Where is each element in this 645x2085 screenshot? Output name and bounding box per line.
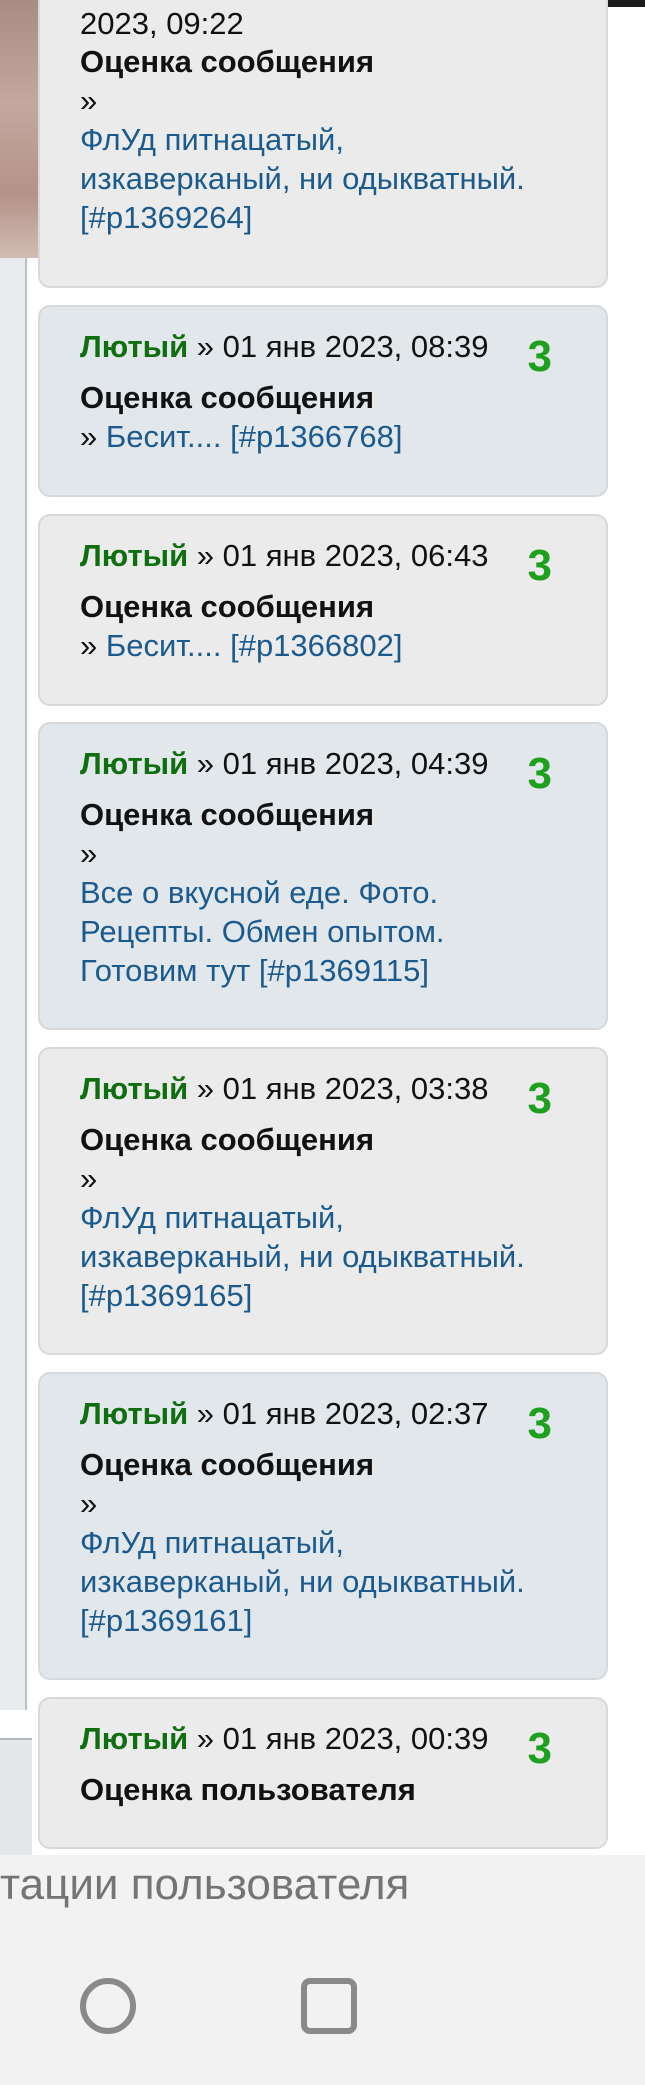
raquo-separator: » — [80, 836, 98, 871]
notification-card[interactable]: Лютый » 01 янв 2023, 00:39 3 Оценка поль… — [38, 1697, 608, 1849]
post-link-line[interactable]: изкаверканый, ни одыкватный. — [80, 159, 525, 198]
side-panel — [0, 258, 27, 1710]
notification-date: » 01 янв 2023, 06:43 — [188, 538, 489, 573]
author-link[interactable]: Лютый — [80, 1396, 188, 1431]
notification-header: Лютый » 01 янв 2023, 04:39 — [80, 744, 488, 783]
notification-title: Оценка пользователя — [80, 1772, 416, 1807]
recents-square-icon[interactable] — [301, 1978, 357, 2034]
bottom-tab-label[interactable]: тации пользователя — [0, 1860, 409, 1910]
notification-date: » 01 янв 2023, 08:39 — [188, 329, 489, 364]
notification-date: 2023, 09:22 — [80, 6, 244, 41]
avatar-image — [0, 0, 40, 258]
notification-header: Лютый » 01 янв 2023, 00:39 — [80, 1719, 488, 1758]
notification-card[interactable]: 2023, 09:22 Оценка сообщения » ФлУд питн… — [38, 0, 608, 288]
author-link[interactable]: Лютый — [80, 746, 188, 781]
notification-card[interactable]: Лютый » 01 янв 2023, 03:38 3 Оценка сооб… — [38, 1047, 608, 1355]
notification-title: Оценка сообщения — [80, 1122, 375, 1157]
notification-title: Оценка сообщения — [80, 44, 375, 79]
author-link[interactable]: Лютый — [80, 538, 188, 573]
raquo-separator: » — [80, 628, 106, 663]
post-link-line[interactable]: [#p1369264] — [80, 198, 252, 237]
raquo-separator: » — [80, 1486, 98, 1521]
side-panel-lower — [0, 1738, 32, 1860]
raquo-separator: » — [80, 1161, 98, 1196]
notification-title: Оценка сообщения — [80, 797, 375, 832]
notification-header: Лютый » 01 янв 2023, 02:37 — [80, 1394, 488, 1433]
rating-score: 3 — [527, 749, 552, 798]
notification-title: Оценка сообщения — [80, 380, 375, 415]
notification-date: » 01 янв 2023, 03:38 — [188, 1071, 489, 1106]
rating-score: 3 — [527, 1399, 552, 1448]
post-link[interactable]: Бесит.... [#p1366768] — [106, 419, 403, 454]
notification-date: » 01 янв 2023, 04:39 — [188, 746, 489, 781]
rating-score: 3 — [527, 332, 552, 381]
post-link-line[interactable]: ФлУд питнацатый, — [80, 1198, 344, 1237]
author-link[interactable]: Лютый — [80, 329, 188, 364]
post-link-line[interactable]: [#p1369161] — [80, 1601, 252, 1640]
post-link-line[interactable]: Все о вкусной еде. Фото. — [80, 873, 438, 912]
notification-title: Оценка сообщения — [80, 589, 375, 624]
author-link[interactable]: Лютый — [80, 1721, 188, 1756]
notification-header: Лютый » 01 янв 2023, 03:38 — [80, 1069, 488, 1108]
post-link-line[interactable]: ФлУд питнацатый, — [80, 120, 344, 159]
notification-card[interactable]: Лютый » 01 янв 2023, 04:39 3 Оценка сооб… — [38, 722, 608, 1030]
raquo-separator: » — [80, 419, 106, 454]
notification-card[interactable]: Лютый » 01 янв 2023, 08:39 3 Оценка сооб… — [38, 305, 608, 497]
notification-title: Оценка сообщения — [80, 1447, 375, 1482]
notification-post: » Бесит.... [#p1366768] — [80, 417, 402, 456]
post-link-line[interactable]: ФлУд питнацатый, — [80, 1523, 344, 1562]
post-link[interactable]: Бесит.... [#p1366802] — [106, 628, 403, 663]
post-link-line[interactable]: изкаверканый, ни одыкватный. — [80, 1237, 525, 1276]
post-link-line[interactable]: изкаверканый, ни одыкватный. — [80, 1562, 525, 1601]
post-link-line[interactable]: Рецепты. Обмен опытом. — [80, 912, 445, 951]
notification-date: » 01 янв 2023, 00:39 — [188, 1721, 489, 1756]
rating-score: 3 — [527, 1074, 552, 1123]
notification-card[interactable]: Лютый » 01 янв 2023, 06:43 3 Оценка сооб… — [38, 514, 608, 706]
notification-post: » Бесит.... [#p1366802] — [80, 626, 402, 665]
notification-date: » 01 янв 2023, 02:37 — [188, 1396, 489, 1431]
notification-card[interactable]: Лютый » 01 янв 2023, 02:37 3 Оценка сооб… — [38, 1372, 608, 1680]
notification-header: Лютый » 01 янв 2023, 06:43 — [80, 536, 488, 575]
notification-header: Лютый » 01 янв 2023, 08:39 — [80, 327, 488, 366]
post-link-line[interactable]: [#p1369165] — [80, 1276, 252, 1315]
raquo-separator: » — [80, 83, 98, 118]
rating-score: 3 — [527, 541, 552, 590]
rating-score: 3 — [527, 1724, 552, 1773]
post-link-line[interactable]: Готовим тут [#p1369115] — [80, 951, 429, 990]
home-circle-icon[interactable] — [80, 1978, 136, 2034]
author-link[interactable]: Лютый — [80, 1071, 188, 1106]
